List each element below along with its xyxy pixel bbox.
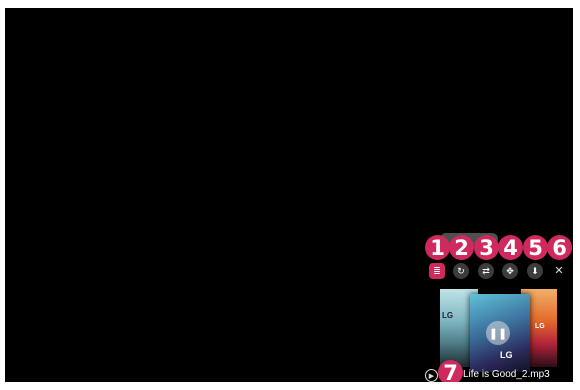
minimize-button[interactable]: ⬇: [527, 263, 543, 279]
callout-badge-1: 1: [425, 235, 450, 260]
callout-badge-2: 2: [449, 235, 474, 260]
repeat-button[interactable]: ↻: [453, 263, 469, 279]
tv-screen: ≣ ↻ ⇄ ✥ ⬇ ✕ 1 2 3 4 5 6 LG LG LG ❚❚ ▶ Li…: [5, 8, 573, 382]
close-button[interactable]: ✕: [551, 263, 567, 279]
callout-badge-4: 4: [498, 235, 523, 260]
list-icon: ≣: [433, 265, 441, 276]
music-player-overlay: ≣ ↻ ⇄ ✥ ⬇ ✕ 1 2 3 4 5 6 LG LG LG ❚❚ ▶ Li…: [418, 223, 573, 382]
playlist-button[interactable]: ≣: [429, 263, 445, 279]
callout-badge-5: 5: [523, 235, 548, 260]
play-icon[interactable]: ▶: [425, 369, 438, 382]
album-logo: LG: [535, 323, 545, 330]
shuffle-icon: ⇄: [482, 265, 490, 276]
album-logo: LG: [500, 350, 513, 360]
pause-button[interactable]: ❚❚: [486, 321, 510, 345]
move-button[interactable]: ✥: [502, 263, 518, 279]
close-icon: ✕: [554, 264, 564, 277]
pause-icon: ❚❚: [488, 327, 508, 340]
callout-badge-3: 3: [474, 235, 499, 260]
move-icon: ✥: [506, 265, 514, 276]
callout-badge-6: 6: [547, 235, 572, 260]
callout-badge-7: 7: [438, 360, 463, 382]
repeat-icon: ↻: [457, 265, 465, 276]
download-icon: ⬇: [531, 265, 539, 276]
shuffle-button[interactable]: ⇄: [478, 263, 494, 279]
track-title: Life is Good_2.mp3: [463, 369, 550, 380]
chevron-down-icon[interactable]: ⌄: [564, 379, 571, 382]
album-logo: LG: [442, 311, 454, 320]
